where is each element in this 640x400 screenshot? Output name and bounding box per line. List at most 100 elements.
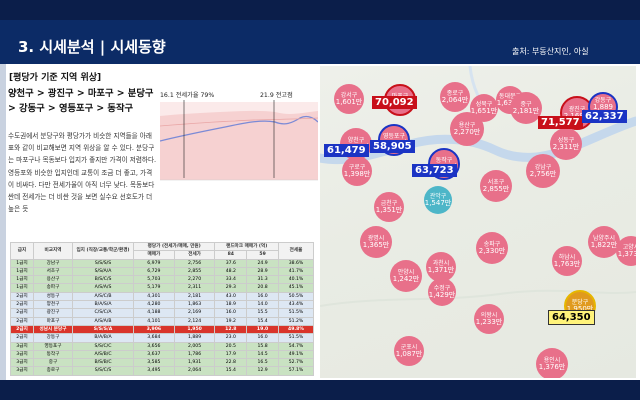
table-cell: 43.4%	[278, 300, 314, 310]
map-bubble-value: 2,330만	[478, 247, 506, 255]
region-ranking: 양천구 > 광진구 > 마포구 > 분당구 > 강동구 > 영등포구 > 동작구	[8, 86, 158, 116]
map-bubble: 성동구 2,311만	[550, 128, 582, 160]
table-cell: 48.2	[214, 266, 248, 277]
map-bubble: 구로구 1,398만	[342, 156, 372, 186]
trend-chart: 16.1 전세가율 79% 21.9 전고점	[159, 86, 319, 186]
table-header-cell: 59	[246, 250, 279, 260]
map-bubble-value: 2,064만	[441, 96, 469, 104]
table-cell: 20.5	[214, 341, 248, 351]
table-cell: 29.3	[214, 283, 248, 293]
table-cell: 6,979	[133, 258, 175, 268]
table-cell: A/S/A/B	[72, 316, 134, 326]
table-header-cell: 매매가	[133, 250, 175, 260]
map-bubble-value: 1,429만	[428, 291, 456, 299]
table-cell: 1,863	[173, 300, 216, 310]
table-cell: 2,855	[173, 266, 216, 277]
table-cell: S/S/C/C	[72, 341, 134, 351]
table-cell: 2,270	[173, 275, 216, 285]
table-cell: B/S/B/C	[72, 358, 134, 368]
map-bubble: 하남시 1,763만	[552, 246, 582, 276]
trend-label-left: 16.1 전세가율 79%	[160, 92, 215, 99]
table-cell: 3,637	[133, 349, 175, 360]
table-header-cell: 전세가	[173, 250, 216, 260]
top-bar	[0, 0, 640, 20]
table-cell: 3,585	[133, 358, 175, 368]
table-cell: 20.8	[246, 283, 279, 293]
table-row: 1급지 용산구 B/S/C/S 5,703 2,270 33.4 31.3 40.1%	[10, 275, 314, 285]
table-header-cell: 랜드마크 매매가 (억)	[214, 241, 279, 252]
table-cell: 3,656	[133, 341, 175, 351]
table-cell: 1급지	[10, 283, 34, 293]
map-bubble: 의왕시 1,233만	[474, 304, 504, 334]
region-ranking-line: 양천구 > 광진구 > 마포구 > 분당구	[8, 88, 154, 99]
table-cell: 중구	[33, 358, 73, 368]
table-cell: 성남시 분당구	[33, 324, 73, 335]
table-row: 2급지 성남시 분당구 S/S/S/A 3,906 1,950 12.8 19.0 49.8%	[10, 324, 314, 335]
table-cell: 16.0	[214, 308, 248, 318]
table-cell: 용산구	[33, 275, 73, 285]
table-cell: 성동구	[33, 291, 73, 302]
table-cell: 52.7%	[278, 358, 314, 368]
table-cell: 18.9	[214, 300, 248, 310]
table-cell: 3,684	[133, 333, 175, 343]
table-row: 1급지 강남구 S/S/S/S 6,979 2,756 37.6 24.9 38.6%	[10, 258, 314, 268]
table-cell: 28.9	[246, 266, 279, 277]
side-strip	[0, 64, 6, 380]
table-cell: 1,786	[173, 349, 216, 360]
table-cell: B/A/B/A	[72, 333, 134, 343]
map-bubble: 강서구 1,601만	[334, 84, 364, 114]
table-cell: 4,301	[133, 291, 175, 302]
map-bubble-value: 1,601만	[335, 98, 363, 106]
table-cell: 14.5	[246, 349, 279, 360]
map-bubble: 금천구 1,351만	[374, 192, 404, 222]
table-cell: A/S/B/C	[72, 349, 134, 360]
table-cell: 1급지	[10, 275, 34, 285]
map-bubble-value: 1,376만	[538, 363, 566, 371]
table-cell: 3급지	[10, 349, 34, 360]
seoul-price-map: 강서구1,601만마포구2,124만종로구2,064만성북구1,651만동대문구…	[320, 66, 636, 378]
table-cell: S/S/S/A	[72, 324, 134, 335]
table-cell: 3,495	[133, 366, 175, 376]
map-bubble-value: 1,398만	[343, 170, 371, 178]
table-cell: 17.9	[214, 349, 248, 360]
table-row: 3급지 동작구 A/S/B/C 3,637 1,786 17.9 14.5 49.1%	[10, 349, 314, 360]
table-cell: C/S/C/A	[72, 308, 134, 318]
section-title: [평당가 기준 지역 위상]	[9, 73, 102, 83]
table-cell: 2,124	[173, 316, 216, 326]
table-cell: 19.2	[214, 316, 248, 326]
table-cell: 5,703	[133, 275, 175, 285]
table-cell: 강동구	[33, 333, 73, 343]
table-header-cell: 급지	[10, 242, 34, 260]
map-bubble: 종로구 2,064만	[440, 82, 470, 112]
description-text: 수도권에서 분당구와 평당가가 비슷한 지역들을 아래 표와 같이 비교해보면 …	[8, 132, 157, 214]
table-cell: 43.0	[214, 291, 248, 302]
table-cell: 33.4	[214, 275, 248, 285]
table-cell: 15.5	[246, 308, 279, 318]
table-cell: 송파구	[33, 283, 73, 293]
table-cell: 22.8	[214, 358, 248, 368]
table-cell: 1,889	[173, 333, 216, 343]
table-cell: 24.9	[246, 258, 279, 268]
table-cell: 14.0	[246, 300, 279, 310]
table-cell: 19.0	[246, 324, 279, 335]
table-cell: 51.2%	[278, 316, 314, 326]
map-bubble-value: 2,756만	[529, 170, 557, 178]
bottom-bar	[0, 380, 640, 400]
table-cell: 4,280	[133, 300, 175, 310]
table-cell: S/S/S/S	[72, 258, 134, 268]
table-cell: 57.1%	[278, 366, 314, 376]
table-cell: 41.7%	[278, 266, 314, 277]
table-cell: B/A/S/A	[72, 300, 134, 310]
table-cell: A/S/C/B	[72, 291, 134, 302]
trend-label-right: 21.9 전고점	[260, 92, 293, 99]
map-bubble: 용산구 2,270만	[450, 112, 484, 146]
map-bubble: 관악구 1,547만	[424, 186, 452, 214]
comparison-table-wrap: 급지 비교지역 입지 (직장/교통/학군/환경) 평당가 (전세가/매매, 만원…	[10, 241, 314, 376]
table-cell: 16.0	[246, 333, 279, 343]
table-cell: 2급지	[10, 316, 34, 326]
price-callout: 63,723	[412, 164, 457, 177]
table-cell: 4,101	[133, 316, 175, 326]
map-bubble-value: 1,365만	[362, 241, 390, 249]
table-cell: 마포구	[33, 316, 73, 326]
trend-chart-svg	[159, 100, 319, 181]
